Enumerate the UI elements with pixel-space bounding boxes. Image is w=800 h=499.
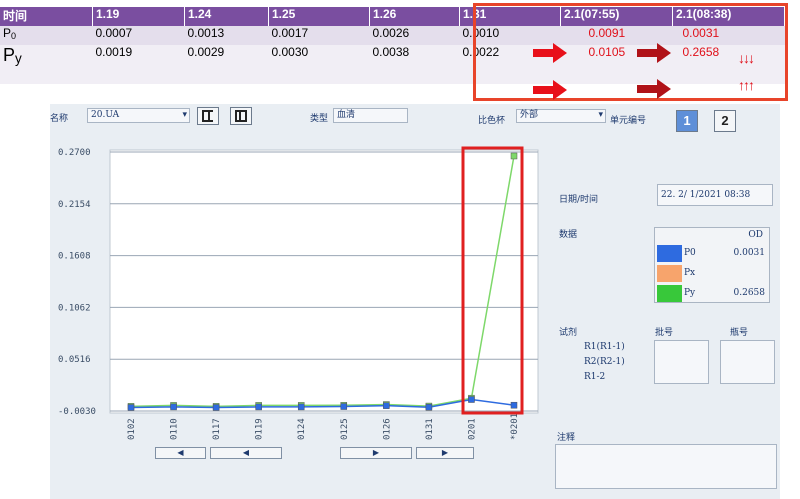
trend-chart: 0.2700 0.2154 0.1608 0.1062 0.0516 -0.0030 01… [58, 146, 539, 440]
legend-row-p0: P0 0.0031 [655, 244, 771, 263]
y-tick-label: 0.0516 [58, 355, 91, 365]
bottle-label: 瓶号 [730, 328, 749, 338]
reagent-label: 试剂 [559, 328, 578, 338]
data-point-py [510, 152, 518, 160]
table-cell: 0.0026 [369, 26, 460, 45]
reagent-r1-2: R1-2 [584, 372, 606, 382]
data-point-p0 [425, 403, 433, 411]
legend-panel: OD P0 0.0031 Px Py 0.2658 [654, 227, 770, 303]
x-tick-label: *0201 [510, 413, 520, 440]
data-point-p0 [340, 403, 348, 410]
table-cell: 0.0029 [184, 45, 269, 84]
data-point-p0 [383, 402, 390, 409]
table-cell: 0.0030 [268, 45, 370, 84]
up-arrows-icon: ↑↑↑ [738, 77, 755, 93]
right-arrow-icon [533, 43, 567, 63]
header-cell: 1.24 [184, 7, 269, 26]
x-tick-label: 0110 [170, 418, 180, 440]
datetime-label: 日期/时间 [559, 195, 599, 205]
header-cell: 1.19 [92, 7, 185, 26]
unit-button-1[interactable]: 1 [676, 110, 698, 132]
scroll-first-button[interactable]: ◀ [155, 447, 206, 459]
header-cell: 1.25 [268, 7, 370, 26]
chevron-down-icon: ▾ [598, 110, 603, 120]
header-cell: 时间 [0, 7, 93, 26]
data-point-p0 [170, 403, 177, 411]
header-cell: 1.26 [369, 7, 460, 26]
reagent-r1: R1(R1-1) [584, 342, 625, 352]
y-tick-label: -0.0030 [58, 407, 96, 417]
right-arrow-icon [637, 43, 671, 63]
table-cell: 0.0013 [184, 26, 269, 45]
unit-label: 单元编号 [610, 116, 647, 126]
data-point-p0 [510, 401, 518, 409]
batch-field [654, 340, 709, 384]
analyzer-window: 名称 20.UA ▾ 类型 血清 比色杯 外部 ▾ 单元编号 1 2 0.2700 0… [50, 104, 780, 499]
data-point-p0 [297, 403, 305, 411]
scroll-last-button[interactable]: ▶ [416, 447, 474, 459]
data-point-p0 [212, 404, 220, 411]
legend-row-py: Py 0.2658 [655, 284, 771, 303]
data-point-p0 [255, 403, 262, 411]
y-tick-label: 0.1608 [58, 252, 91, 262]
note-field[interactable] [555, 444, 777, 489]
y-tick-label: 0.1062 [58, 303, 91, 313]
scroll-prev-button[interactable]: ◀ [210, 447, 282, 459]
legend-row-px: Px [655, 264, 771, 283]
x-tick-label: 0125 [340, 418, 350, 440]
x-tick-label: 0102 [127, 418, 137, 440]
p0-swatch [657, 245, 682, 262]
y-tick-label: 0.2154 [58, 200, 91, 210]
batch-label: 批号 [655, 328, 674, 338]
y-tick-label: 0.2700 [58, 148, 91, 158]
px-swatch [657, 265, 682, 282]
table-cell: 0.0007 [92, 26, 185, 45]
x-tick-label: 0117 [212, 418, 222, 440]
table-cell: 0.0017 [268, 26, 370, 45]
note-label: 注释 [557, 433, 576, 443]
reagent-r2: R2(R2-1) [584, 357, 625, 367]
data-label: 数据 [559, 230, 578, 240]
plot-area [109, 149, 539, 414]
py-swatch [657, 285, 682, 302]
table-cell: 0.0038 [369, 45, 460, 84]
x-tick-label: 0124 [297, 418, 307, 440]
data-point-p0 [127, 404, 135, 411]
x-tick-label: 0131 [425, 418, 435, 440]
right-arrow-icon [637, 79, 671, 99]
row-label: P0 [0, 26, 93, 45]
row-label: Py [0, 45, 93, 84]
down-arrows-icon: ↓↓↓ [738, 50, 755, 66]
x-tick-label: 0119 [255, 418, 265, 440]
datetime-field: 22. 2/ 1/2021 08:38 [657, 184, 773, 206]
bottle-field [720, 340, 775, 384]
scroll-next-button[interactable]: ▶ [340, 447, 412, 459]
right-arrow-icon [533, 80, 567, 100]
x-tick-label: 0126 [382, 418, 392, 440]
x-tick-label: 0201 [467, 418, 477, 440]
legend-header: OD [748, 230, 763, 240]
table-cell: 0.0019 [92, 45, 185, 84]
unit-button-2[interactable]: 2 [714, 110, 736, 132]
data-point-p0 [468, 396, 475, 403]
